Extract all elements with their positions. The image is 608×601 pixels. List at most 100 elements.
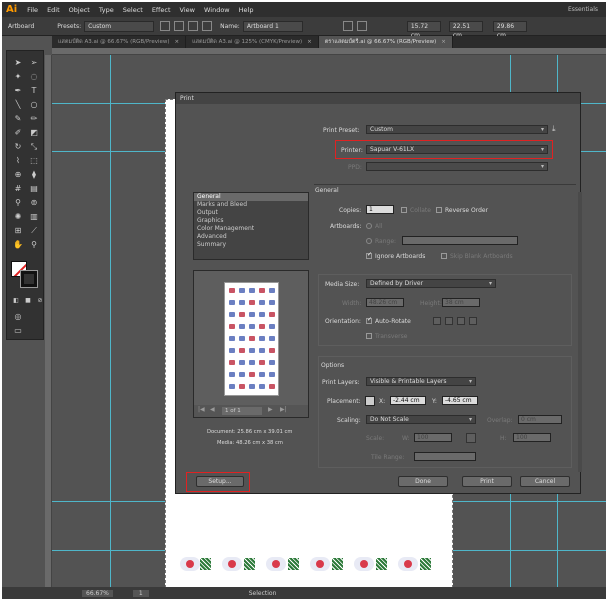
transverse-checkbox[interactable] [366, 333, 372, 339]
portrait-orientation-icon[interactable] [433, 317, 441, 325]
reference-point-icon[interactable] [356, 21, 367, 31]
blob-brush-tool-icon[interactable]: ✐ [11, 127, 25, 139]
tab-document-1[interactable]: แสตมป์ติด A3.ai @ 66.67% (RGB/Preview) × [52, 36, 187, 48]
cancel-button[interactable]: Cancel [520, 476, 570, 487]
zoom-tool-icon[interactable]: ⚲ [27, 239, 41, 251]
prev-page-icon[interactable]: ◀ [210, 406, 215, 413]
landscape-flipped-icon[interactable] [469, 317, 477, 325]
skip-blank-checkbox[interactable] [441, 253, 447, 259]
eraser-tool-icon[interactable]: ◩ [27, 127, 41, 139]
tab-document-2[interactable]: แสตมป์ติด A3.ai @ 125% (CMYK/Preview) × [186, 36, 319, 48]
width-tool-icon[interactable]: ⌇ [11, 155, 25, 167]
portrait-flipped-icon[interactable] [457, 317, 465, 325]
presets-dropdown[interactable]: Custom [84, 20, 155, 32]
auto-rotate-checkbox[interactable] [366, 316, 372, 324]
last-page-icon[interactable]: ▶| [280, 406, 287, 413]
artboards-all-radio[interactable] [366, 223, 372, 229]
placement-x-field[interactable]: -2.44 cm [390, 396, 426, 405]
landscape-icon[interactable] [174, 21, 185, 31]
guide-line[interactable] [110, 55, 111, 587]
page-number-field[interactable]: 1 of 1 [222, 407, 262, 415]
shape-builder-tool-icon[interactable]: ⊕ [11, 169, 25, 181]
first-page-icon[interactable]: |◀ [198, 406, 205, 413]
artboards-range-radio[interactable] [366, 238, 372, 244]
next-page-icon[interactable]: ▶ [268, 406, 273, 413]
stroke-swatch[interactable] [20, 270, 38, 288]
pen-tool-icon[interactable]: ✒ [11, 85, 25, 97]
artboard-tool-icon[interactable]: ⊞ [11, 225, 25, 237]
free-transform-tool-icon[interactable]: ⬚ [27, 155, 41, 167]
slice-tool-icon[interactable]: ⟋ [27, 225, 41, 237]
close-icon[interactable]: × [441, 39, 446, 45]
scale-tool-icon[interactable]: ⤡ [27, 141, 41, 153]
magic-wand-tool-icon[interactable]: ✦ [11, 71, 25, 83]
menu-help[interactable]: Help [239, 6, 254, 14]
selection-tool-icon[interactable]: ➤ [11, 57, 25, 69]
portrait-icon[interactable] [160, 21, 171, 31]
move-copy-icon[interactable] [342, 21, 353, 31]
options-scrollbar[interactable] [578, 192, 582, 472]
y-field[interactable]: 22.51 cm [448, 20, 483, 39]
pencil-tool-icon[interactable]: ✏ [27, 113, 41, 125]
lasso-tool-icon[interactable]: ◌ [27, 71, 41, 83]
scaling-dropdown[interactable]: Do Not Scale [366, 415, 476, 424]
category-marks-and-bleed[interactable]: Marks and Bleed [194, 201, 308, 209]
eyedropper-tool-icon[interactable]: ⚲ [11, 197, 25, 209]
reverse-order-checkbox[interactable] [436, 207, 442, 213]
zoom-level[interactable]: 66.67% [82, 589, 113, 597]
menu-type[interactable]: Type [99, 6, 114, 14]
direct-selection-tool-icon[interactable]: ➢ [27, 57, 41, 69]
save-preset-icon[interactable]: ⤓ [552, 124, 556, 134]
category-advanced[interactable]: Advanced [194, 233, 308, 241]
category-summary[interactable]: Summary [194, 241, 308, 249]
close-icon[interactable]: × [175, 39, 180, 45]
placement-reference-icon[interactable] [365, 396, 375, 406]
x-field[interactable]: 15.72 cm [406, 20, 441, 39]
line-tool-icon[interactable]: ╲ [11, 99, 25, 111]
tab-document-3[interactable]: ตราแสตมป์ตรี.ai @ 66.67% (RGB/Preview) × [318, 36, 453, 48]
category-output[interactable]: Output [194, 209, 308, 217]
workspace-switcher[interactable]: Essentials [568, 6, 598, 13]
artboard-name-field[interactable]: Artboard 1 [242, 20, 303, 32]
menu-file[interactable]: File [27, 6, 38, 14]
menu-select[interactable]: Select [123, 6, 143, 14]
ignore-artboards-checkbox[interactable] [366, 251, 372, 259]
perspective-tool-icon[interactable]: ⧫ [27, 169, 41, 181]
category-color-management[interactable]: Color Management [194, 225, 308, 233]
category-graphics[interactable]: Graphics [194, 217, 308, 225]
link-icon[interactable] [466, 433, 476, 443]
close-icon[interactable]: × [307, 39, 312, 45]
ellipse-tool-icon[interactable]: ○ [27, 99, 41, 111]
done-button[interactable]: Done [398, 476, 448, 487]
artboard-navigation[interactable]: 1 [132, 589, 149, 597]
blend-tool-icon[interactable]: ⊚ [27, 197, 41, 209]
category-general[interactable]: General [194, 193, 308, 201]
landscape-orientation-icon[interactable] [445, 317, 453, 325]
menu-window[interactable]: Window [204, 6, 230, 14]
vertical-ruler[interactable] [45, 55, 52, 587]
w-field[interactable]: 29.86 cm [492, 20, 527, 39]
mesh-tool-icon[interactable]: # [11, 183, 25, 195]
rotate-tool-icon[interactable]: ↻ [11, 141, 25, 153]
menu-edit[interactable]: Edit [47, 6, 60, 14]
hand-tool-icon[interactable]: ✋ [11, 239, 25, 251]
new-artboard-icon[interactable] [188, 21, 199, 31]
media-size-dropdown[interactable]: Defined by Driver [366, 279, 496, 288]
copies-field[interactable]: 1 [366, 205, 394, 214]
screen-mode-icon[interactable]: ▭ [11, 325, 25, 337]
type-tool-icon[interactable]: T [27, 85, 41, 97]
menu-effect[interactable]: Effect [152, 6, 171, 14]
collate-checkbox[interactable] [401, 207, 407, 213]
print-preset-dropdown[interactable]: Custom [366, 125, 548, 134]
print-button[interactable]: Print [462, 476, 512, 487]
menu-view[interactable]: View [180, 6, 195, 14]
draw-mode-icon[interactable]: ◎ [11, 311, 25, 323]
symbol-sprayer-tool-icon[interactable]: ✺ [11, 211, 25, 223]
menu-object[interactable]: Object [69, 6, 90, 14]
gradient-tool-icon[interactable]: ▤ [27, 183, 41, 195]
graph-tool-icon[interactable]: ▥ [27, 211, 41, 223]
paintbrush-tool-icon[interactable]: ✎ [11, 113, 25, 125]
horizontal-ruler[interactable] [52, 48, 606, 55]
delete-artboard-icon[interactable] [202, 21, 213, 31]
placement-y-field[interactable]: -4.65 cm [442, 396, 478, 405]
